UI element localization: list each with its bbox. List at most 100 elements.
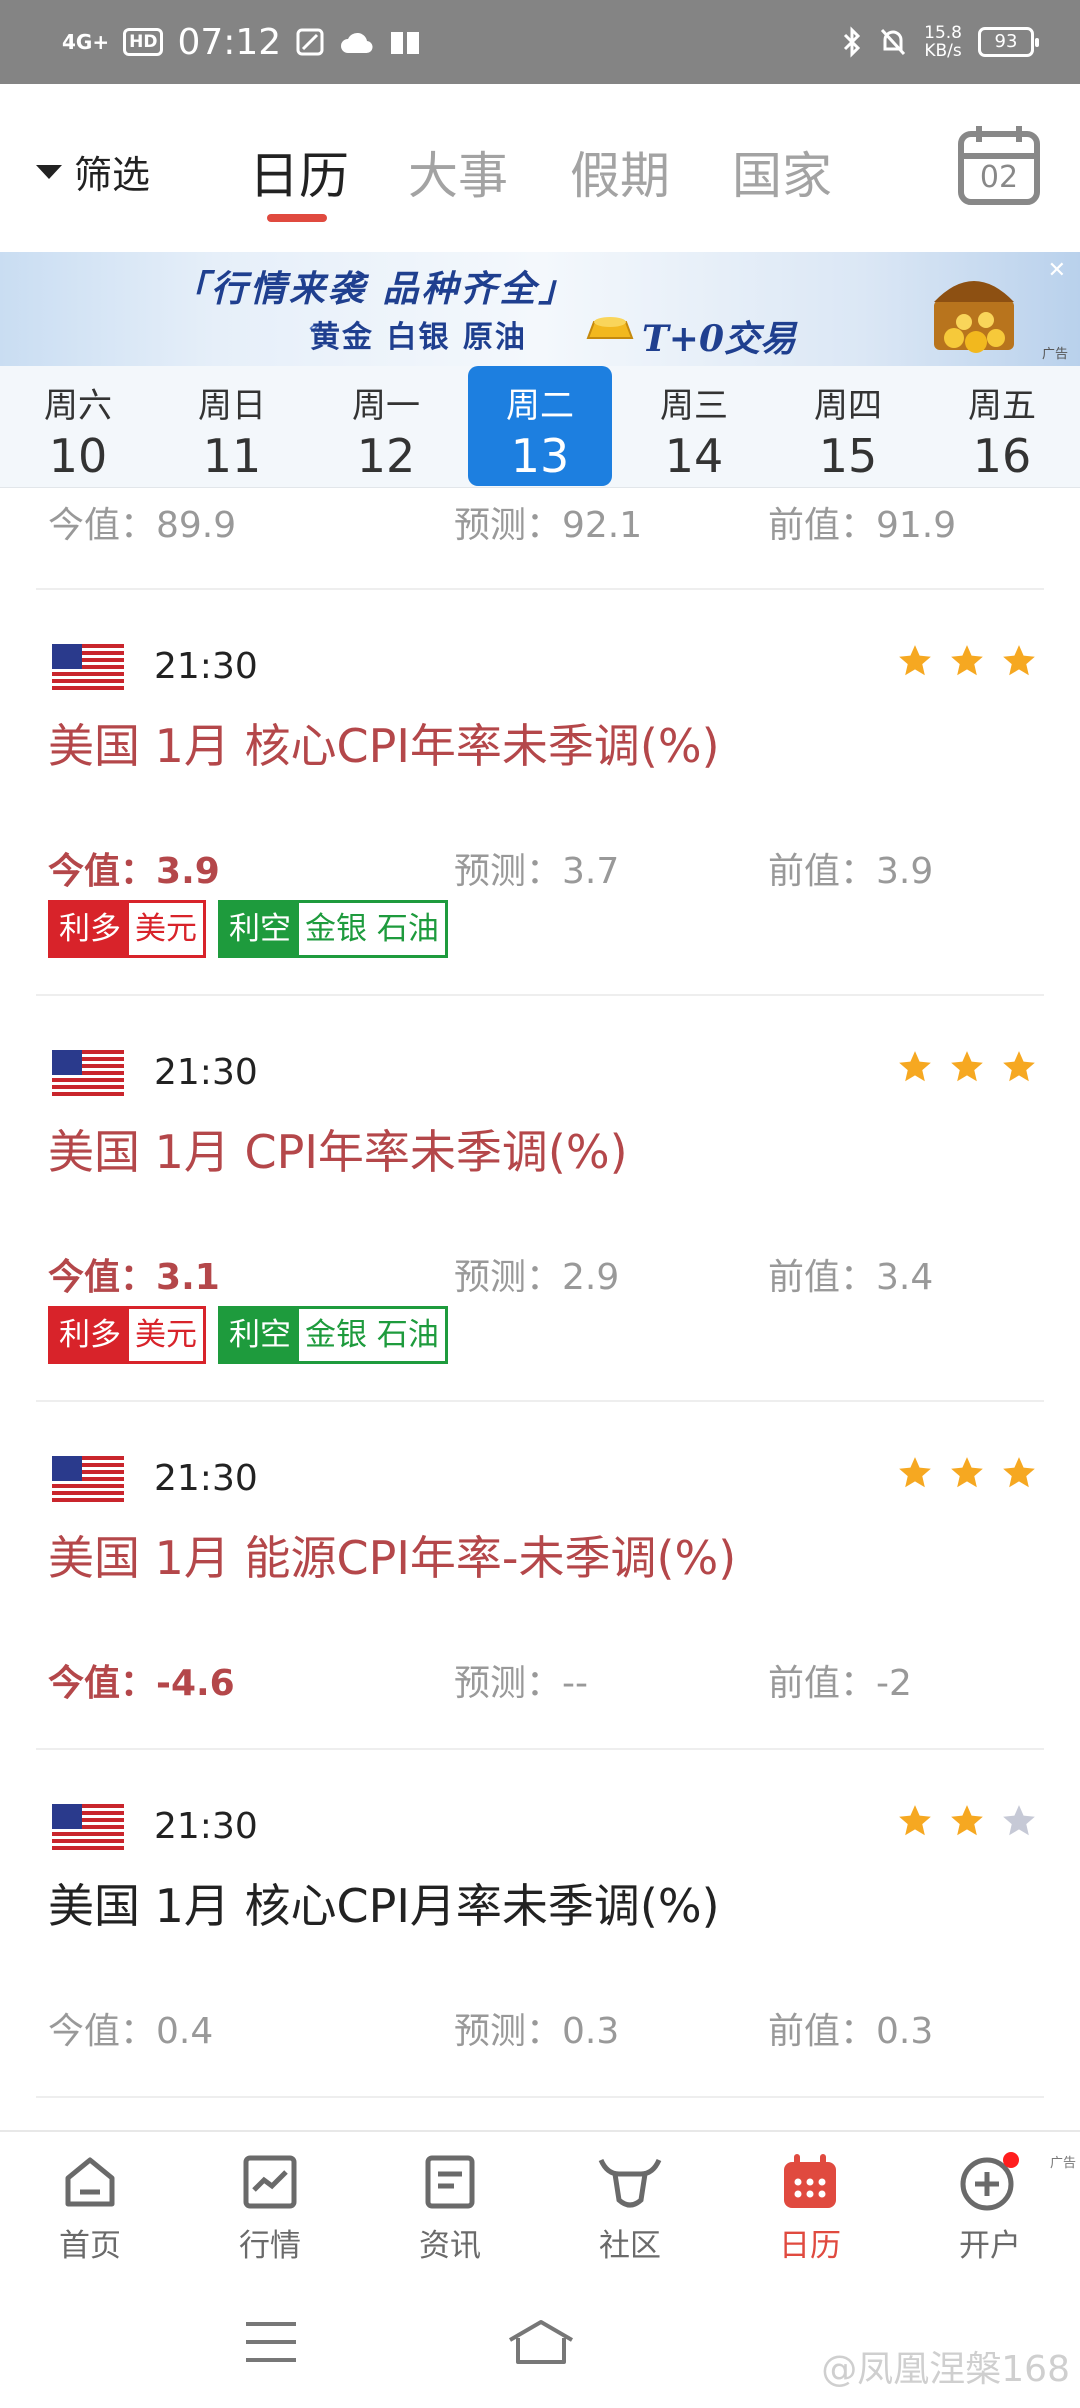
actual-number: 3.9 bbox=[156, 851, 220, 892]
market-chart-icon bbox=[243, 2155, 297, 2209]
date-weekday: 周一 bbox=[352, 386, 420, 426]
ad-close-icon[interactable]: ✕ bbox=[1048, 258, 1066, 283]
speed-value: 15.8 bbox=[924, 23, 962, 43]
impact-tags: 利多 美元 利空 金银 石油 bbox=[48, 1306, 448, 1364]
home-icon bbox=[65, 2157, 115, 2207]
network-speed: 15.8 KB/s bbox=[924, 24, 962, 60]
tab-calendar[interactable]: 日历 bbox=[249, 136, 349, 208]
ad-label: 广告 bbox=[1041, 347, 1068, 362]
bullish-asset: 美元 bbox=[129, 903, 203, 955]
importance-stars bbox=[896, 1048, 1038, 1086]
book-icon bbox=[391, 32, 420, 54]
event-row[interactable]: 21:30 美国 1月 能源CPI年率-未季调(%) 今值：-4.6 预测：--… bbox=[0, 1402, 1080, 1748]
us-flag-icon bbox=[52, 1456, 124, 1504]
status-right: 15.8 KB/s 93 bbox=[842, 18, 1039, 66]
event-row-partial[interactable]: 今值：89.9 预测：92.1 前值：91.9 bbox=[0, 488, 1080, 588]
nav-label: 开户 bbox=[959, 2228, 1021, 2264]
divider bbox=[36, 2096, 1044, 2098]
star-filled-icon bbox=[951, 645, 983, 676]
bearish-label: 利空 bbox=[221, 1309, 299, 1361]
nav-community[interactable]: 社区 bbox=[570, 2152, 690, 2265]
calendar-picker-button[interactable]: 02 bbox=[957, 124, 1041, 206]
date-tue-13[interactable]: 周二 13 bbox=[468, 366, 612, 486]
tab-holidays[interactable]: 假期 bbox=[570, 136, 670, 208]
active-tab-indicator bbox=[267, 214, 327, 222]
date-weekday: 周六 bbox=[44, 386, 112, 426]
forecast-value: 预测：-- bbox=[454, 1663, 588, 1704]
date-weekday: 周二 bbox=[506, 386, 574, 426]
bearish-asset: 金银 石油 bbox=[299, 903, 445, 955]
date-mon-12[interactable]: 周一 12 bbox=[314, 366, 458, 486]
previous-value: 前值：3.9 bbox=[768, 851, 934, 892]
actual-number: -4.6 bbox=[156, 1663, 235, 1704]
nav-calendar[interactable]: 日历 bbox=[750, 2152, 870, 2265]
star-filled-icon bbox=[899, 645, 931, 676]
star-filled-icon bbox=[899, 1051, 931, 1082]
news-icon bbox=[425, 2155, 475, 2209]
importance-stars bbox=[896, 1454, 1038, 1492]
star-filled-icon bbox=[1003, 1457, 1035, 1488]
filter-label: 筛选 bbox=[74, 153, 151, 197]
network-signal-icon: 4G+ bbox=[62, 30, 110, 54]
nav-label: 首页 bbox=[59, 2228, 121, 2264]
star-filled-icon bbox=[1003, 1051, 1035, 1082]
nav-news[interactable]: 资讯 bbox=[390, 2152, 510, 2265]
date-weekday: 周四 bbox=[814, 386, 882, 426]
nav-market[interactable]: 行情 bbox=[210, 2152, 330, 2265]
tab-events[interactable]: 大事 bbox=[408, 136, 508, 208]
calendar-icon bbox=[784, 2154, 836, 2208]
nav-label: 行情 bbox=[239, 2228, 301, 2264]
speed-unit: KB/s bbox=[924, 41, 962, 61]
system-nav-bar: @凤凰涅槃168 bbox=[0, 2280, 1080, 2408]
star-filled-icon bbox=[899, 1457, 931, 1488]
actual-value: 今值：89.9 bbox=[48, 505, 237, 546]
watermark: @凤凰涅槃168 bbox=[821, 2349, 1070, 2390]
nav-open-account[interactable]: 开户 bbox=[930, 2152, 1050, 2265]
filter-button[interactable]: 筛选 bbox=[36, 144, 150, 199]
menu-icon[interactable] bbox=[244, 2320, 298, 2364]
previous-value: 前值：0.3 bbox=[768, 2011, 934, 2052]
star-empty-icon bbox=[1003, 1805, 1035, 1836]
date-thu-15[interactable]: 周四 15 bbox=[776, 366, 920, 486]
date-fri-16[interactable]: 周五 16 bbox=[930, 366, 1074, 486]
ad-banner[interactable]: 「行情来袭 品种齐全」 « 黄金 白银 原油 T+0交易 ✕ 广告 bbox=[0, 252, 1080, 366]
event-time: 21:30 bbox=[154, 1052, 258, 1093]
star-filled-icon bbox=[1003, 645, 1035, 676]
event-row[interactable]: 21:30 美国 1月 核心CPI年率未季调(%) 今值：3.9 预测：3.7 … bbox=[0, 590, 1080, 994]
nav-label: 日历 bbox=[779, 2228, 841, 2264]
calendar-icon-day: 02 bbox=[979, 160, 1019, 195]
previous-value: 前值：3.4 bbox=[768, 1257, 934, 1298]
bluetooth-icon bbox=[844, 26, 861, 58]
actual-label: 今值： bbox=[48, 1663, 157, 1704]
date-wed-14[interactable]: 周三 14 bbox=[622, 366, 766, 486]
forecast-value: 预测：92.1 bbox=[454, 505, 643, 546]
nav-home[interactable]: 首页 bbox=[30, 2152, 150, 2265]
screenshot-icon bbox=[296, 28, 324, 56]
us-flag-icon bbox=[52, 1050, 124, 1098]
clock: 07:12 bbox=[177, 21, 282, 63]
tab-countries[interactable]: 国家 bbox=[732, 136, 832, 208]
event-title: 美国 1月 核心CPI月率未季调(%) bbox=[48, 1879, 720, 1933]
gold-ingot-icon bbox=[586, 317, 634, 339]
event-row[interactable]: 21:30 美国 1月 核心CPI月率未季调(%) 今值：0.4 预测：0.3 … bbox=[0, 1750, 1080, 2096]
actual-number: 0.4 bbox=[156, 2011, 214, 2052]
event-time: 21:30 bbox=[154, 1806, 258, 1847]
forecast-value: 预测：0.3 bbox=[454, 2011, 620, 2052]
event-row[interactable]: 21:30 美国 1月 CPI年率未季调(%) 今值：3.1 预测：2.9 前值… bbox=[0, 996, 1080, 1400]
star-filled-icon bbox=[951, 1457, 983, 1488]
mute-bell-icon bbox=[881, 28, 906, 56]
nav-label: 资讯 bbox=[419, 2228, 481, 2264]
home-gesture-icon[interactable] bbox=[506, 2318, 576, 2366]
importance-stars bbox=[896, 1802, 1038, 1840]
importance-stars bbox=[896, 642, 1038, 680]
bearish-tag: 利空 金银 石油 bbox=[218, 1306, 448, 1364]
date-sat-10[interactable]: 周六 10 bbox=[6, 366, 150, 486]
actual-number: 3.1 bbox=[156, 1257, 220, 1298]
battery-icon: 93 bbox=[978, 27, 1039, 57]
bullish-asset: 美元 bbox=[129, 1309, 203, 1361]
date-sun-11[interactable]: 周日 11 bbox=[160, 366, 304, 486]
status-left: 4G+ HD 07:12 bbox=[62, 18, 421, 66]
actual-value: 今值：-4.6 bbox=[48, 1654, 235, 1706]
nav-label: 社区 bbox=[599, 2228, 661, 2264]
star-filled-icon bbox=[951, 1805, 983, 1836]
